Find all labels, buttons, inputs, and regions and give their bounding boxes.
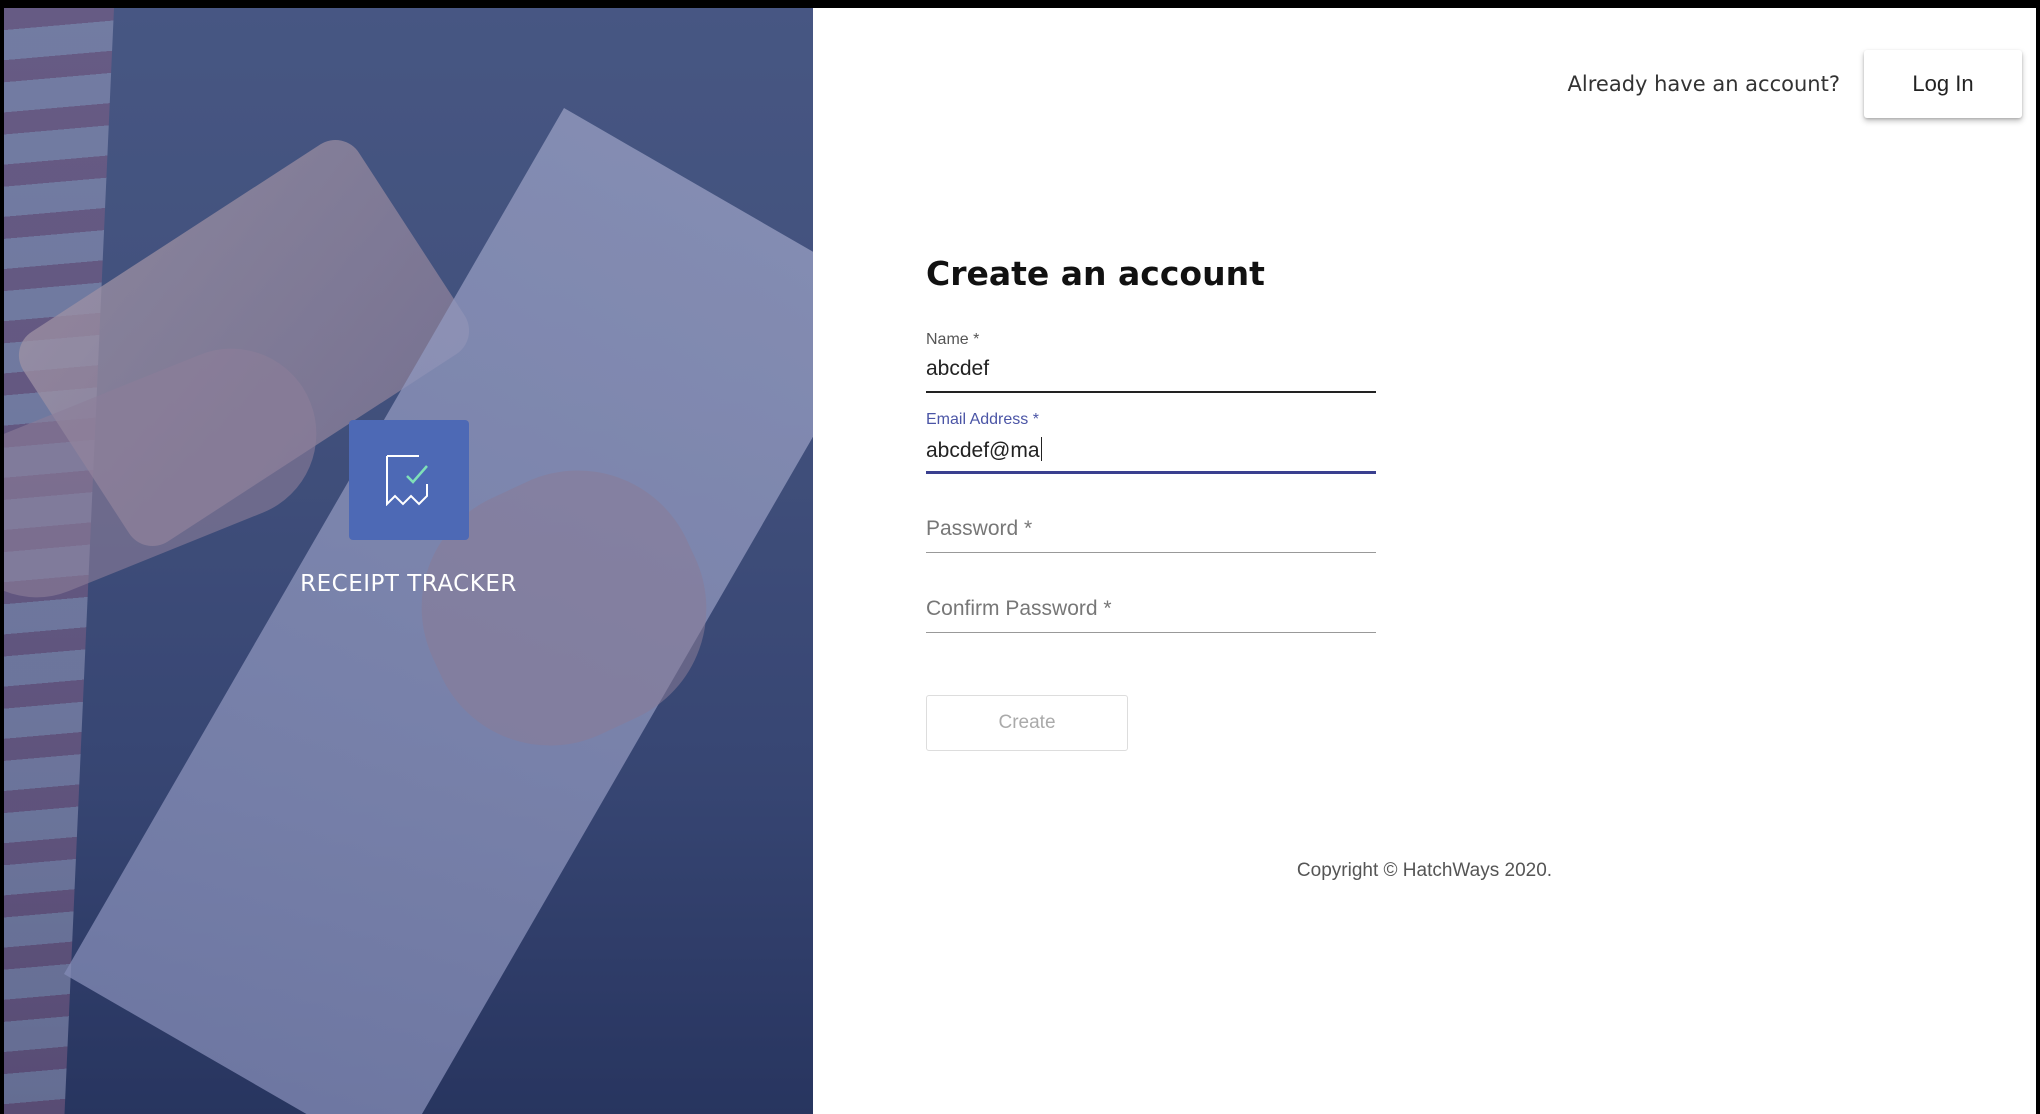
name-input[interactable]: abcdef [926,357,989,381]
form-title: Create an account [926,254,1265,293]
confirm-password-input[interactable]: Confirm Password * [926,597,1112,621]
email-field[interactable]: Email Address * abcdef@ma [926,411,1376,491]
create-button[interactable]: Create [926,695,1128,751]
confirm-password-underline [926,632,1376,633]
login-prompt-text: Already have an account? [1567,72,1840,96]
signup-panel: Already have an account? Log In Create a… [813,8,2036,1114]
login-prompt-bar: Already have an account? Log In [1568,50,2022,118]
copyright-text: Copyright © HatchWays 2020. [1296,860,1553,881]
brand-name: RECEIPT TRACKER [300,571,517,597]
confirm-password-field[interactable]: Confirm Password * [926,571,1376,651]
password-underline [926,552,1376,553]
password-input[interactable]: Password * [926,517,1032,541]
name-label: Name * [926,331,980,348]
email-input[interactable]: abcdef@ma [926,437,1042,463]
log-in-button[interactable]: Log In [1864,50,2022,118]
email-underline [926,471,1376,474]
app-window: RECEIPT TRACKER Already have an account?… [4,8,2036,1114]
email-label: Email Address * [926,411,1039,428]
text-caret [1040,437,1042,461]
receipt-check-icon [348,420,469,540]
name-field[interactable]: Name * abcdef [926,331,1376,411]
name-underline [926,391,1376,393]
hero-panel: RECEIPT TRACKER [4,8,813,1114]
password-field[interactable]: Password * [926,491,1376,571]
signup-form: Create an account Name * abcdef Email Ad… [926,254,1376,751]
email-input-text: abcdef@ma [926,439,1040,462]
brand: RECEIPT TRACKER [4,420,813,597]
